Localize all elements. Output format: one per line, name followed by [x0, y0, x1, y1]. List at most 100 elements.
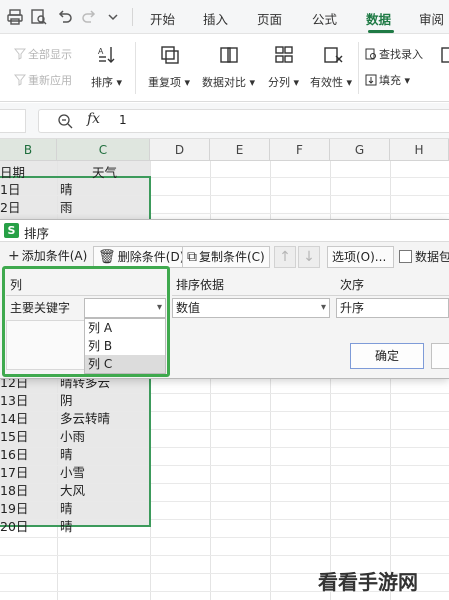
cell-weather[interactable]: 雨 — [60, 197, 73, 216]
show-all-button[interactable]: 全部显示 — [13, 46, 72, 62]
column-header-c[interactable]: C — [57, 139, 150, 161]
dialog-title: 排序 — [24, 226, 50, 241]
cell-date[interactable]: 15日 — [0, 426, 28, 445]
fill-icon — [365, 74, 377, 86]
duplicates-button-label[interactable]: 重复项 ▾ — [148, 74, 190, 90]
duplicates-icon[interactable] — [159, 44, 181, 66]
header-divider — [172, 295, 449, 296]
cell-date[interactable]: 1日 — [0, 179, 20, 198]
find-record-label: 查找录入 — [379, 48, 423, 61]
fill-button[interactable]: 填充 ▾ — [365, 72, 410, 88]
ribbon-separator — [358, 42, 359, 94]
column-header-g[interactable]: G — [330, 139, 390, 161]
copy-icon: ⧉ — [187, 249, 197, 265]
menu-separator — [132, 8, 133, 26]
undo-icon[interactable] — [56, 8, 74, 26]
validity-icon[interactable] — [322, 44, 344, 66]
cell-date[interactable]: 13日 — [0, 390, 28, 409]
cell-date[interactable]: 19日 — [0, 498, 28, 517]
reapply-label: 重新应用 — [28, 74, 72, 87]
tab-insert[interactable]: 插入 — [203, 9, 228, 28]
formula-input[interactable]: fx 1 — [38, 109, 449, 133]
active-tab-indicator — [368, 30, 394, 33]
cell-weather[interactable]: 晴 — [60, 516, 73, 535]
sort-order-header: 次序 — [340, 278, 365, 292]
cell-weather[interactable]: 小雨 — [60, 426, 85, 445]
gridline — [0, 537, 449, 538]
delete-condition-button[interactable]: 🗑 删除条件(D) — [93, 246, 190, 268]
chevron-down-icon: ▾ — [320, 302, 326, 313]
validity-button-label[interactable]: 有效性 ▾ — [310, 74, 352, 90]
formula-bar: fx 1 — [0, 103, 449, 139]
tab-home[interactable]: 开始 — [150, 9, 175, 28]
cell-weather[interactable]: 多云转晴 — [60, 408, 110, 427]
sort-order-select[interactable]: 升序 — [336, 298, 449, 318]
zoom-icon[interactable] — [57, 113, 73, 129]
more-ribbon-icon[interactable] — [440, 44, 449, 66]
ribbon: 全部显示 重新应用 A 排序 ▾ 重复项 ▾ 数据对比 ▾ 分列 ▾ 有效性 ▾… — [0, 34, 449, 102]
trash-icon: 🗑 — [98, 249, 116, 265]
sort-icon[interactable]: A — [96, 44, 118, 66]
cell-date[interactable]: 14日 — [0, 408, 28, 427]
tab-review[interactable]: 审阅 — [419, 9, 444, 28]
svg-text:A: A — [98, 47, 104, 56]
copy-condition-button[interactable]: ⧉ 复制条件(C) — [182, 246, 270, 268]
redo-icon[interactable] — [80, 8, 98, 26]
tab-data[interactable]: 数据 — [366, 9, 391, 28]
sort-basis-header: 排序依据 — [176, 278, 225, 292]
column-header-d[interactable]: D — [150, 139, 210, 161]
gridline — [0, 555, 449, 556]
print-icon[interactable] — [6, 8, 24, 26]
more-icon[interactable] — [104, 8, 122, 26]
ok-button[interactable]: 确定 — [350, 343, 424, 369]
arrow-up-icon: ↑ — [279, 249, 291, 265]
move-down-button[interactable]: ↓ — [298, 246, 320, 268]
cancel-button[interactable] — [431, 343, 449, 369]
tab-page[interactable]: 页面 — [257, 9, 282, 28]
cell-date[interactable]: 2日 — [0, 197, 20, 216]
cell-date[interactable]: 18日 — [0, 480, 28, 499]
cell-weather[interactable]: 大风 — [60, 480, 85, 499]
ribbon-separator — [135, 42, 136, 94]
highlight-frame — [2, 266, 170, 377]
column-header-h[interactable]: H — [390, 139, 449, 161]
preview-icon[interactable] — [30, 8, 48, 26]
move-up-button[interactable]: ↑ — [274, 246, 296, 268]
menu-bar: 开始 插入 页面 公式 数据 审阅 — [0, 0, 449, 34]
options-button[interactable]: 选项(O)... — [327, 246, 394, 268]
app-logo-icon: S — [4, 223, 19, 238]
compare-button-label[interactable]: 数据对比 ▾ — [202, 74, 255, 90]
filter-icon — [13, 48, 27, 60]
cell-date[interactable]: 17日 — [0, 462, 28, 481]
tab-formula[interactable]: 公式 — [312, 9, 337, 28]
cell-date[interactable]: 20日 — [0, 516, 28, 535]
data-header-checkbox[interactable] — [399, 250, 412, 263]
cell-weather[interactable]: 晴 — [60, 179, 73, 198]
sort-basis-select[interactable]: 数值 ▾ — [172, 298, 330, 318]
cell-weather[interactable]: 晴 — [60, 444, 73, 463]
column-header-b[interactable]: B — [0, 139, 57, 161]
find-record-button[interactable]: 查找录入 — [365, 46, 423, 62]
fx-icon[interactable]: fx — [87, 111, 100, 127]
split-button-label[interactable]: 分列 ▾ — [268, 74, 299, 90]
arrow-down-icon: ↓ — [303, 249, 315, 265]
sort-button-label[interactable]: 排序 ▾ — [91, 74, 122, 90]
cell-c1[interactable]: 天气 — [92, 162, 117, 181]
name-box[interactable] — [0, 109, 26, 133]
reapply-button[interactable]: 重新应用 — [13, 72, 72, 88]
cell-weather[interactable]: 阴 — [60, 390, 73, 409]
find-record-icon — [365, 48, 377, 60]
data-header-label: 数据包 — [415, 250, 449, 264]
split-columns-icon[interactable] — [273, 44, 295, 66]
delete-condition-label: 删除条件(D) — [117, 250, 185, 264]
plus-icon: + — [8, 248, 20, 264]
watermark-text: 看看手游网 — [318, 570, 418, 594]
add-condition-button[interactable]: + 添加条件(A) — [4, 246, 91, 268]
dialog-titlebar[interactable]: S 排序 — [0, 220, 449, 242]
cell-date[interactable]: 16日 — [0, 444, 28, 463]
compare-icon[interactable] — [218, 44, 240, 66]
cell-weather[interactable]: 晴 — [60, 498, 73, 517]
column-header-e[interactable]: E — [210, 139, 270, 161]
cell-weather[interactable]: 小雪 — [60, 462, 85, 481]
column-header-f[interactable]: F — [270, 139, 330, 161]
